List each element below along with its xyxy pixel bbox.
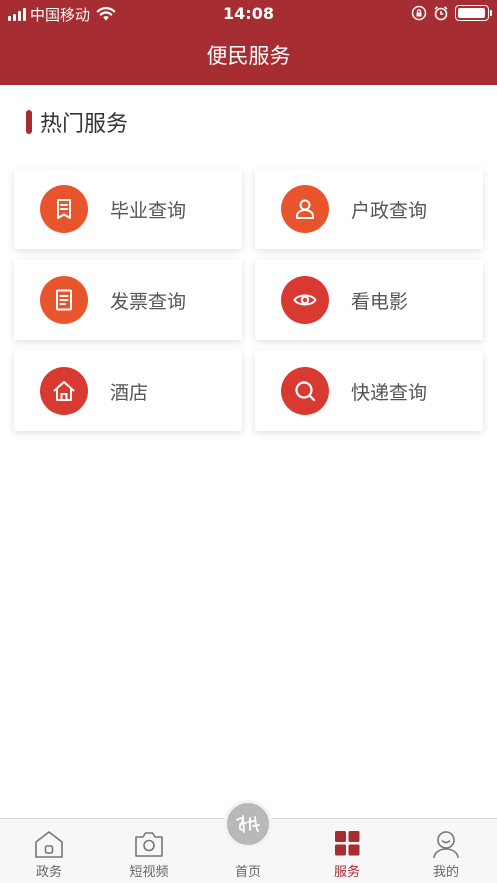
section-accent-bar bbox=[26, 110, 32, 134]
service-card-movie[interactable]: 看电影 bbox=[255, 260, 483, 340]
page-title: 便民服务 bbox=[206, 44, 291, 68]
service-label: 快递查询 bbox=[351, 381, 428, 404]
battery-level bbox=[458, 8, 485, 18]
section-title: 热门服务 bbox=[40, 112, 129, 137]
nav-bar: 便民服务 bbox=[0, 28, 497, 85]
service-label: 酒店 bbox=[110, 381, 149, 404]
search-icon bbox=[295, 381, 316, 402]
tab-government[interactable]: 政务 bbox=[9, 829, 89, 880]
service-card-express[interactable]: 快递查询 bbox=[255, 351, 483, 431]
house-icon bbox=[53, 381, 75, 401]
calligraphy-logo-icon bbox=[236, 815, 260, 833]
grid-icon bbox=[335, 831, 360, 856]
receipt-icon bbox=[56, 289, 72, 311]
rotation-lock-icon bbox=[411, 5, 427, 21]
tab-label: 政务 bbox=[35, 865, 62, 880]
service-label: 发票查询 bbox=[110, 290, 187, 313]
tab-short-video[interactable]: 短视频 bbox=[109, 829, 189, 880]
section-header: 热门服务 bbox=[26, 108, 129, 137]
status-bar: 中国移动 14:08 bbox=[0, 0, 497, 28]
person-icon bbox=[296, 199, 314, 219]
document-icon bbox=[57, 199, 71, 219]
tab-home[interactable]: 首页 bbox=[208, 859, 288, 880]
service-label: 毕业查询 bbox=[110, 199, 187, 222]
service-label: 户政查询 bbox=[351, 199, 428, 222]
service-card-graduation[interactable]: 毕业查询 bbox=[14, 169, 242, 249]
card-icon-bg bbox=[40, 276, 88, 324]
battery-icon bbox=[455, 5, 492, 21]
tab-label: 首页 bbox=[234, 865, 261, 880]
tab-label: 短视频 bbox=[129, 865, 169, 880]
card-icon-bg bbox=[281, 276, 329, 324]
tab-label: 服务 bbox=[333, 865, 360, 880]
status-right bbox=[411, 5, 492, 21]
tab-services[interactable]: 服务 bbox=[307, 829, 387, 880]
alarm-icon bbox=[434, 6, 448, 21]
service-card-hotel[interactable]: 酒店 bbox=[14, 351, 242, 431]
user-icon bbox=[433, 831, 459, 859]
card-icon-bg bbox=[40, 367, 88, 415]
tab-label: 我的 bbox=[432, 865, 459, 880]
building-icon bbox=[35, 831, 63, 858]
home-logo-icon[interactable] bbox=[224, 800, 272, 848]
card-icon-bg bbox=[281, 367, 329, 415]
camera-icon bbox=[135, 832, 163, 857]
service-card-invoice[interactable]: 发票查询 bbox=[14, 260, 242, 340]
eye-icon bbox=[293, 294, 317, 306]
tab-mine[interactable]: 我的 bbox=[406, 829, 486, 880]
card-icon-bg bbox=[40, 185, 88, 233]
service-label: 看电影 bbox=[351, 290, 409, 313]
card-icon-bg bbox=[281, 185, 329, 233]
service-card-household[interactable]: 户政查询 bbox=[255, 169, 483, 249]
